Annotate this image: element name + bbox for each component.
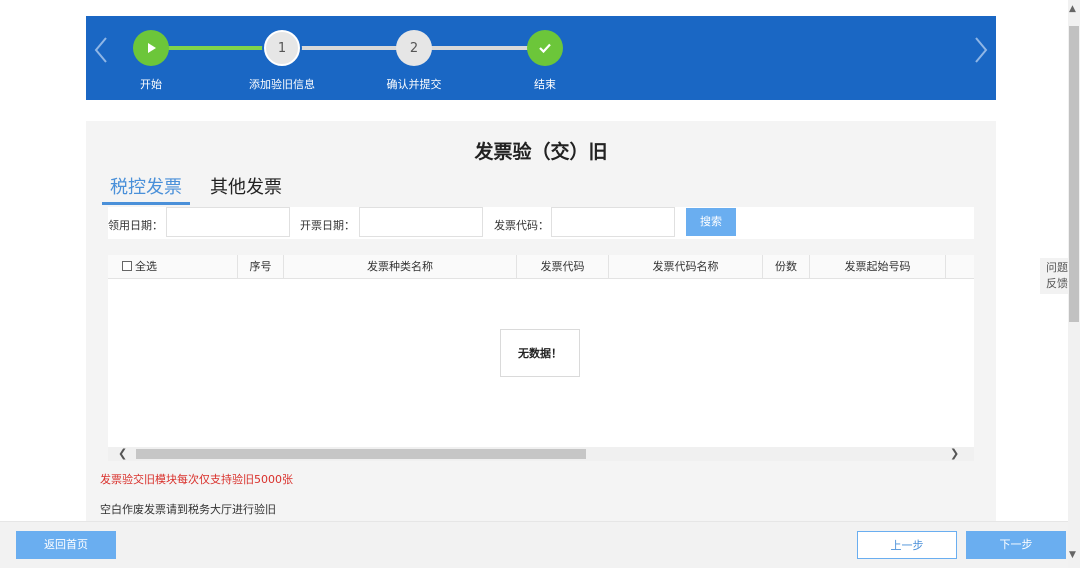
receive-date-input[interactable] — [166, 207, 290, 237]
wizard-steps-bar: 1 2 开始 添加验旧信息 确认并提交 结束 — [86, 16, 996, 100]
empty-message: 无数据！ — [500, 329, 580, 377]
chevron-left-icon[interactable] — [92, 36, 110, 64]
tab-other-invoice[interactable]: 其他发票 — [202, 173, 290, 205]
invoice-code-label: 发票代码： — [494, 219, 549, 232]
search-button[interactable]: 搜索 — [686, 208, 736, 236]
limit-notice: 发票验交旧模块每次仅支持验旧5000张 — [100, 473, 293, 486]
feedback-line-2: 反馈 — [1046, 277, 1068, 290]
search-bar: 领用日期： 开票日期： 发票代码： 搜索 — [108, 207, 974, 239]
vertical-scrollbar[interactable]: ▲ ▼ — [1068, 0, 1080, 568]
chevron-right-icon[interactable] — [972, 36, 990, 64]
progress-line-done — [152, 46, 282, 50]
step-label-add-info: 添加验旧信息 — [249, 78, 315, 91]
scroll-left-icon[interactable]: ❮ — [118, 447, 127, 461]
select-all-label: 全选 — [135, 260, 157, 273]
page-title: 发票验（交）旧 — [474, 141, 608, 163]
horizontal-scrollbar[interactable]: ❮ ❯ — [108, 447, 974, 461]
column-header-invoice-code: 发票代码 — [517, 255, 609, 279]
feedback-line-1: 问题 — [1046, 261, 1068, 274]
previous-step-button[interactable]: 上一步 — [857, 531, 957, 559]
column-header-count: 份数 — [763, 255, 810, 279]
step-number: 2 — [409, 40, 419, 56]
checkbox-icon[interactable] — [122, 261, 132, 271]
step-add-info: 1 — [264, 30, 300, 66]
step-end — [527, 30, 563, 66]
scrollbar-thumb[interactable] — [1069, 26, 1079, 322]
column-header-invoice-code-name: 发票代码名称 — [609, 255, 763, 279]
main-panel: 发票验（交）旧 税控发票 其他发票 领用日期： 开票日期： 发票代码： 搜索 全… — [86, 121, 996, 521]
next-step-button[interactable]: 下一步 — [966, 531, 1066, 559]
column-header-index: 序号 — [238, 255, 284, 279]
check-icon — [538, 39, 552, 58]
invoice-tabs: 税控发票 其他发票 — [102, 173, 290, 205]
step-start — [133, 30, 169, 66]
feedback-button[interactable]: 问题 反馈 — [1040, 258, 1070, 294]
step-confirm: 2 — [396, 30, 432, 66]
scroll-down-icon[interactable]: ▼ — [1069, 550, 1076, 560]
invoice-code-input[interactable] — [551, 207, 675, 237]
table-header: 全选 序号 发票种类名称 发票代码 发票代码名称 份数 发票起始号码 — [108, 255, 974, 279]
issue-date-label: 开票日期： — [300, 219, 355, 232]
tab-tax-control-invoice[interactable]: 税控发票 — [102, 173, 190, 205]
issue-date-input[interactable] — [359, 207, 483, 237]
footer-bar: 返回首页 上一步 下一步 — [0, 521, 1068, 568]
select-all-header[interactable]: 全选 — [108, 255, 238, 279]
scroll-right-icon[interactable]: ❯ — [950, 447, 959, 461]
step-number: 1 — [277, 40, 287, 56]
step-label-confirm: 确认并提交 — [386, 78, 442, 91]
scrollbar-thumb[interactable] — [136, 449, 586, 459]
invoice-table: 全选 序号 发票种类名称 发票代码 发票代码名称 份数 发票起始号码 无数据！ — [108, 255, 974, 451]
step-label-start: 开始 — [140, 78, 162, 91]
column-header-invoice-type: 发票种类名称 — [284, 255, 517, 279]
blank-invoice-notice: 空白作废发票请到税务大厅进行验旧 — [100, 503, 276, 516]
play-icon — [145, 39, 157, 58]
step-label-end: 结束 — [534, 78, 556, 91]
scroll-up-icon[interactable]: ▲ — [1069, 4, 1076, 14]
column-header-start-number: 发票起始号码 — [810, 255, 946, 279]
receive-date-label: 领用日期： — [108, 219, 163, 232]
back-home-button[interactable]: 返回首页 — [16, 531, 116, 559]
